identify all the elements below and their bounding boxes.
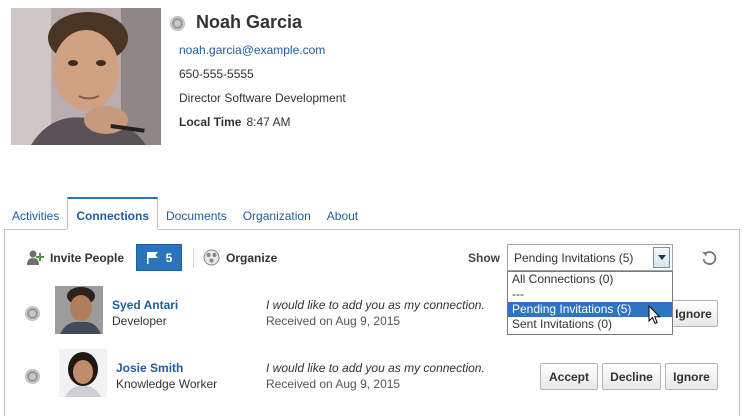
invitation-date: Received on Aug 9, 2015 bbox=[266, 377, 401, 391]
invitation-name-link[interactable]: Josie Smith bbox=[116, 361, 183, 375]
tab-connections[interactable]: Connections bbox=[67, 197, 159, 230]
invitation-date: Received on Aug 9, 2015 bbox=[266, 314, 401, 328]
invitation-status-icon bbox=[25, 306, 40, 321]
organize-icon bbox=[203, 249, 220, 266]
decline-button[interactable]: Decline bbox=[602, 363, 661, 390]
show-filter-label: Show bbox=[468, 251, 500, 265]
invitation-message: I would like to add you as my connection… bbox=[266, 361, 485, 375]
tab-documents[interactable]: Documents bbox=[158, 197, 235, 230]
show-filter-value: Pending Invitations (5) bbox=[514, 251, 634, 265]
invitation-role: Developer bbox=[112, 314, 167, 328]
connections-panel: Invite People 5 Organize Show Pending In… bbox=[4, 229, 740, 416]
profile-name: Noah Garcia bbox=[196, 12, 303, 32]
profile-avatar bbox=[11, 8, 161, 145]
presence-status-icon bbox=[170, 16, 185, 31]
ignore-button[interactable]: Ignore bbox=[669, 300, 718, 327]
invite-people-button[interactable]: Invite People bbox=[27, 249, 124, 266]
tab-organization[interactable]: Organization bbox=[235, 197, 319, 230]
invitation-avatar bbox=[55, 286, 103, 334]
profile-tabs: Activities Connections Documents Organiz… bbox=[4, 197, 366, 230]
profile-job-title: Director Software Development bbox=[179, 91, 346, 105]
profile-email-link[interactable]: noah.garcia@example.com bbox=[179, 43, 325, 57]
toolbar-separator bbox=[193, 248, 194, 268]
local-time-value: 8:47 AM bbox=[246, 115, 291, 129]
invitation-avatar bbox=[59, 349, 107, 397]
tab-activities[interactable]: Activities bbox=[4, 197, 67, 230]
organize-label: Organize bbox=[226, 250, 278, 265]
invitation-status-icon bbox=[25, 369, 40, 384]
option-separator: --- bbox=[512, 287, 524, 301]
invitation-name-link[interactable]: Syed Antari bbox=[112, 298, 178, 312]
flag-icon bbox=[146, 252, 158, 264]
local-time-label: Local Time bbox=[179, 115, 242, 129]
flag-count: 5 bbox=[165, 250, 173, 265]
invite-people-label: Invite People bbox=[50, 250, 125, 265]
profile-phone: 650-555-5555 bbox=[179, 67, 254, 81]
accept-button[interactable]: Accept bbox=[540, 363, 598, 390]
ignore-button[interactable]: Ignore bbox=[665, 363, 718, 390]
invite-person-icon bbox=[27, 250, 44, 265]
flag-filter-button[interactable]: 5 bbox=[136, 244, 182, 271]
show-filter-options: All Connections (0) --- Pending Invitati… bbox=[507, 271, 673, 335]
show-filter-select[interactable]: Pending Invitations (5) bbox=[507, 244, 673, 271]
dropdown-toggle-button[interactable] bbox=[653, 247, 670, 268]
organize-button[interactable]: Organize bbox=[203, 249, 277, 266]
option-all-connections[interactable]: All Connections (0) bbox=[508, 272, 672, 287]
invitation-role: Knowledge Worker bbox=[116, 377, 218, 391]
tab-about[interactable]: About bbox=[319, 197, 366, 230]
invitation-message: I would like to add you as my connection… bbox=[266, 298, 485, 312]
refresh-button[interactable] bbox=[701, 250, 717, 269]
chevron-down-icon bbox=[657, 255, 666, 260]
refresh-icon bbox=[702, 251, 717, 265]
mouse-cursor-icon bbox=[648, 305, 661, 325]
profile-local-time: Local Time 8:47 AM bbox=[179, 115, 291, 129]
